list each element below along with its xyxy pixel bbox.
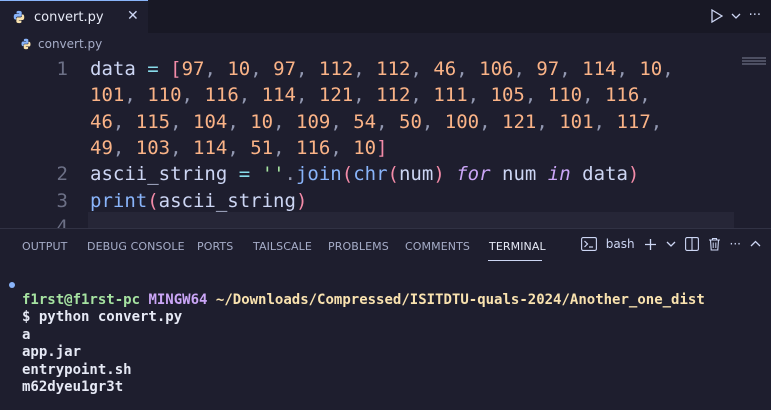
array-number: 106 (479, 58, 514, 80)
command-decoration-icon[interactable] (9, 282, 15, 288)
array-number: 110 (147, 84, 182, 107)
current-line-highlight (88, 212, 734, 228)
shell-name[interactable]: bash (606, 237, 635, 251)
active-tab-indicator (488, 260, 542, 261)
tab-problems[interactable]: PROBLEMS (328, 240, 389, 253)
terminal-output[interactable]: f1rst@f1rst-pc MINGW64 ~/Downloads/Compr… (22, 292, 705, 396)
array-number: 117 (616, 110, 651, 133)
code-line-1b: 101, 110, 116, 114, 121, 112, 111, 105, … (90, 84, 651, 107)
editor-actions: ··· (710, 8, 761, 23)
terminal-user: f1rst@f1rst-pc (22, 292, 141, 308)
line-number: 3 (56, 189, 68, 212)
array-number: 10 (639, 58, 663, 80)
array-number: 112 (318, 58, 354, 80)
code-editor[interactable]: 1 2 3 4 data = [97, 10, 97, 112, 112, 46… (0, 56, 771, 238)
terminal-host: MINGW64 (148, 292, 208, 308)
array-number: 114 (193, 136, 228, 159)
line-number: 2 (56, 163, 68, 186)
array-number: 101 (90, 84, 125, 107)
plus-icon[interactable] (644, 238, 657, 251)
terminal-icon[interactable] (580, 237, 597, 251)
minimap[interactable] (742, 57, 766, 67)
bottom-panel: OUTPUT DEBUG CONSOLE PORTS TAILSCALE PRO… (0, 229, 771, 410)
chevron-down-icon[interactable] (731, 12, 741, 20)
python-icon (13, 10, 25, 24)
array-number: 114 (261, 84, 296, 107)
array-number: 116 (604, 84, 640, 107)
array-number: 112 (376, 84, 411, 107)
chevron-down-icon[interactable] (666, 240, 676, 248)
terminal-line: app.jar (22, 344, 82, 361)
code-line-1d: 49, 103, 114, 51, 116, 10] (90, 136, 388, 159)
editor-tab-bar: convert.py ✕ ··· (0, 0, 771, 33)
array-number: 46 (90, 110, 113, 133)
split-terminal-icon[interactable] (684, 237, 699, 251)
array-number: 46 (433, 58, 457, 80)
tab-output[interactable]: OUTPUT (22, 240, 67, 253)
array-number: 116 (296, 136, 331, 159)
breadcrumb: convert.py (0, 33, 771, 55)
array-number: 97 (181, 58, 205, 80)
tab-ports[interactable]: PORTS (197, 240, 233, 253)
array-number: 116 (204, 84, 239, 107)
array-number: 50 (399, 110, 422, 133)
tab-label: convert.py (34, 9, 104, 25)
terminal-command: $ python convert.py (22, 309, 183, 326)
terminal-line: a (22, 326, 31, 343)
trash-icon[interactable] (708, 237, 721, 251)
array-number: 97 (536, 58, 560, 80)
array-number: 115 (135, 110, 171, 133)
array-number: 111 (433, 84, 468, 107)
array-number: 104 (193, 110, 228, 133)
code-line-3: print(ascii_string) (90, 189, 308, 212)
array-number: 121 (502, 110, 537, 133)
array-number: 110 (547, 84, 583, 107)
python-icon (21, 38, 31, 50)
code-line-2: ascii_string = ''.join(chr(num) for num … (90, 163, 640, 186)
array-number: 105 (490, 84, 525, 107)
chevron-up-icon[interactable] (750, 240, 761, 248)
terminal-line: m62dyeu1gr3t (22, 379, 124, 396)
array-number: 109 (296, 110, 331, 133)
array-number: 114 (582, 58, 617, 80)
array-number: 100 (444, 110, 480, 133)
run-icon[interactable] (710, 8, 723, 23)
terminal-path: ~/Downloads/Compressed/ISITDTU-quals-202… (215, 292, 705, 308)
array-number: 103 (135, 136, 171, 159)
close-icon[interactable]: ✕ (127, 8, 139, 24)
tab-comments[interactable]: COMMENTS (405, 240, 470, 253)
terminal-line: entrypoint.sh (22, 361, 132, 378)
tab-debug-console[interactable]: DEBUG CONSOLE (87, 240, 185, 253)
code-line-1a: data = [97, 10, 97, 112, 112, 46, 106, 9… (90, 58, 674, 80)
array-number: 49 (90, 136, 113, 159)
array-number: 121 (318, 84, 354, 107)
tab-terminal[interactable]: TERMINAL (489, 240, 546, 253)
more-actions-icon[interactable]: ··· (749, 8, 761, 23)
more-actions-icon[interactable]: ··· (730, 237, 741, 251)
panel-actions: bash ··· (580, 237, 761, 251)
array-number: 10 (250, 110, 274, 133)
array-number: 97 (273, 58, 297, 80)
array-number: 54 (353, 110, 377, 133)
array-number: 112 (376, 58, 411, 80)
tab-tailscale[interactable]: TAILSCALE (253, 240, 312, 253)
tab-convert-py[interactable]: convert.py ✕ (0, 0, 148, 33)
array-number: 51 (250, 136, 274, 159)
array-number: 101 (559, 110, 594, 133)
line-number: 1 (56, 58, 68, 80)
array-number: 10 (227, 58, 251, 80)
array-number: 10 (353, 136, 377, 159)
code-line-1c: 46, 115, 104, 10, 109, 54, 50, 100, 121,… (90, 110, 663, 133)
breadcrumb-file[interactable]: convert.py (38, 37, 102, 51)
